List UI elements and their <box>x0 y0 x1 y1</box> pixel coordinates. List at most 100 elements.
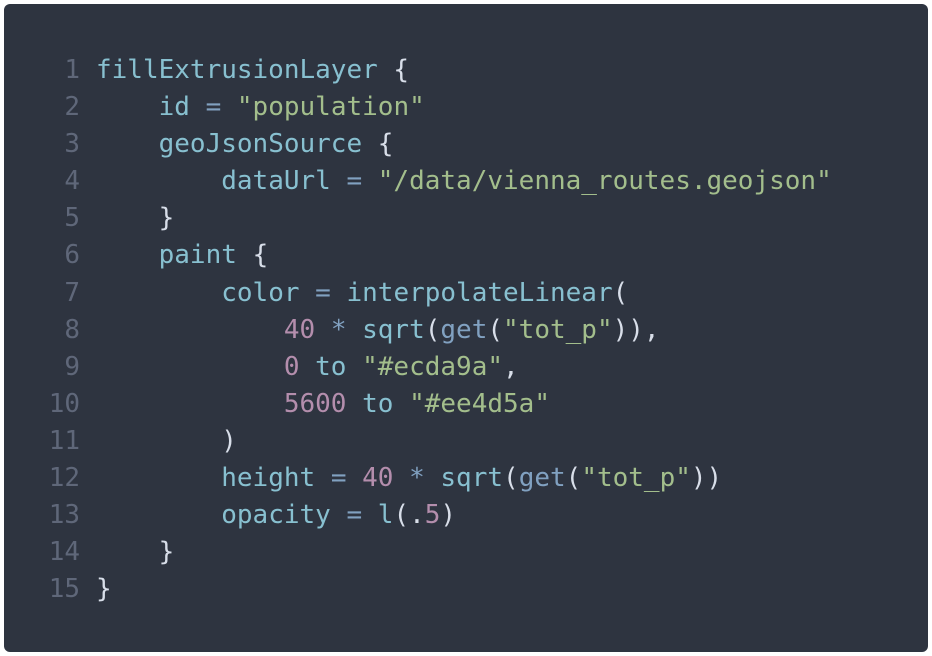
code-token: 5600 <box>283 388 347 419</box>
code-token: l <box>377 500 394 531</box>
line-source: dataUrl = "/data/vienna_routes.geojson" <box>80 163 928 200</box>
code-token: 40 <box>283 314 316 345</box>
code-token: } <box>158 537 175 568</box>
line-source: opacity = l(.5) <box>80 497 928 534</box>
code-token: = <box>330 463 347 494</box>
code-line: 11 ) <box>4 423 928 460</box>
line-number: 10 <box>48 388 80 419</box>
code-token: get <box>518 463 566 494</box>
code-line: 12 height = 40 * sqrt(get("tot_p")) <box>4 460 928 497</box>
line-source: } <box>80 200 928 237</box>
code-block: 1 fillExtrusionLayer {2 id = "population"… <box>4 4 928 652</box>
line-source: } <box>80 534 928 571</box>
line-source: height = 40 * sqrt(get("tot_p")) <box>80 460 928 497</box>
code-line: 14 } <box>4 534 928 571</box>
code-token: to <box>362 388 394 419</box>
line-number: 4 <box>64 166 80 197</box>
code-token: get <box>440 314 488 345</box>
code-token: id <box>158 92 190 123</box>
code-token: "population" <box>236 92 425 123</box>
code-line: 15} <box>4 571 928 608</box>
code-token: height <box>221 463 316 494</box>
code-line: 8 40 * sqrt(get("tot_p")), <box>4 312 928 349</box>
code-token: ( <box>503 463 519 494</box>
code-token: } <box>158 203 175 234</box>
code-line: 3 geoJsonSource { <box>4 126 928 163</box>
code-line: 6 paint { <box>4 237 928 274</box>
code-token: interpolateLinear <box>346 277 613 308</box>
code-line: 9 0 to "#ecda9a", <box>4 349 928 386</box>
line-number: 14 <box>48 537 80 568</box>
line-source: fillExtrusionLayer { <box>80 52 928 89</box>
line-source: 40 * sqrt(get("tot_p")), <box>80 312 928 349</box>
code-token: to <box>315 351 347 382</box>
line-number: 9 <box>64 351 80 382</box>
line-number: 3 <box>64 129 80 160</box>
line-source: } <box>80 571 928 608</box>
line-source: id = "population" <box>80 89 928 126</box>
code-token: ( <box>393 500 410 531</box>
code-token: ) <box>221 425 237 456</box>
code-token: = <box>315 277 331 308</box>
line-source: 0 to "#ecda9a", <box>80 349 928 386</box>
code-token: "tot_p" <box>581 463 691 494</box>
code-token: "tot_p" <box>503 314 613 345</box>
code-line: 10 5600 to "#ee4d5a" <box>4 386 928 423</box>
code-token: = <box>346 500 363 531</box>
code-token: opacity <box>221 500 331 531</box>
code-line: 2 id = "population" <box>4 89 928 126</box>
line-number: 12 <box>48 463 80 494</box>
code-token: , <box>503 351 519 382</box>
code-editor[interactable]: 1 fillExtrusionLayer {2 id = "population"… <box>4 52 928 608</box>
line-number: 7 <box>64 277 80 308</box>
code-token: "#ee4d5a" <box>409 388 550 419</box>
code-token: "/data/vienna_routes.geojson" <box>377 166 832 197</box>
code-token: = <box>205 92 222 123</box>
line-number: 2 <box>64 92 80 123</box>
code-token: { <box>252 240 269 271</box>
code-token: { <box>393 55 410 85</box>
code-token: sqrt <box>362 314 425 345</box>
code-token: paint <box>158 240 237 271</box>
code-line: 7 color = interpolateLinear( <box>4 275 928 312</box>
code-line: 1 fillExtrusionLayer { <box>4 52 928 89</box>
code-token: } <box>96 574 112 605</box>
code-token: ( <box>424 314 441 345</box>
code-token: geoJsonSource <box>158 129 363 160</box>
line-source: geoJsonSource { <box>80 126 928 163</box>
code-token: ( <box>565 463 582 494</box>
code-token: ( <box>612 277 629 308</box>
code-token: 40 <box>362 463 394 494</box>
code-token: fillExtrusionLayer <box>96 55 378 85</box>
code-line: 4 dataUrl = "/data/vienna_routes.geojson… <box>4 163 928 200</box>
code-token: = <box>346 166 363 197</box>
code-token: )), <box>612 314 660 345</box>
code-token: color <box>221 277 300 308</box>
code-line: 5 } <box>4 200 928 237</box>
